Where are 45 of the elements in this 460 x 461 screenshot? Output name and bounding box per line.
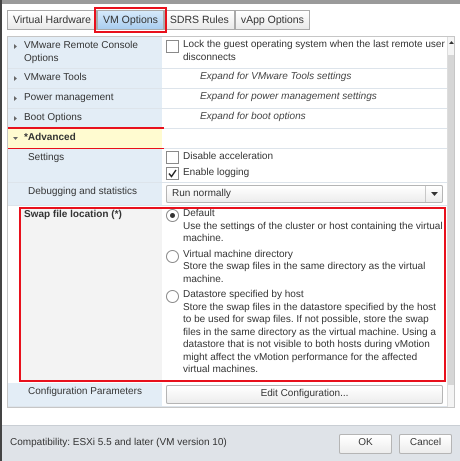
dropdown[interactable]: Run normally bbox=[166, 185, 443, 203]
expanded-caret-icon bbox=[13, 136, 18, 141]
radio-button[interactable] bbox=[166, 290, 179, 303]
collapsed-caret-icon bbox=[13, 44, 18, 49]
radio-label: Virtual machine directory bbox=[183, 248, 294, 261]
tab[interactable]: SDRS Rules bbox=[164, 10, 235, 30]
checkbox[interactable] bbox=[166, 40, 179, 53]
compatibility-text: Compatibility: ESXi 5.5 and later (VM version 10) bbox=[10, 437, 228, 450]
section-label: Boot Options bbox=[24, 112, 82, 124]
setting-label: Settings bbox=[28, 152, 64, 164]
option-description: Store the swap files in the datastore specified by the host to be used for swap files. If not possible, store the swap files in the same directory as the virtual machine. Using a datastore that is not visible to both hosts during vMotion might affect the vMotion performance for the affected virtual machines. bbox=[183, 302, 437, 376]
section-header[interactable]: *Advanced bbox=[8, 129, 162, 148]
setting-label: Swap file location (*) bbox=[24, 209, 122, 220]
section-label: VMware Remote Console Options bbox=[24, 40, 139, 65]
radio-label: Default bbox=[183, 208, 216, 220]
dialog-button[interactable]: Cancel bbox=[399, 434, 452, 454]
dropdown-value: Run normally bbox=[171, 188, 232, 200]
tab[interactable]: Virtual Hardware bbox=[7, 10, 98, 30]
tab[interactable]: vApp Options bbox=[234, 10, 310, 30]
tab[interactable]: VM Options bbox=[97, 10, 164, 30]
checkbox[interactable] bbox=[166, 167, 179, 180]
option-description: Use the settings of the cluster or host containing the virtual machine. bbox=[183, 220, 443, 246]
checkbox-label: Enable logging bbox=[183, 167, 250, 180]
radio-button[interactable] bbox=[166, 250, 179, 262]
checkbox-label: Lock the guest operating system when the last remote user disconnects bbox=[183, 39, 446, 64]
scrollbar[interactable] bbox=[447, 37, 454, 407]
radio-button[interactable] bbox=[166, 209, 179, 222]
dialog-button[interactable]: OK bbox=[339, 434, 392, 454]
hint-text: Expand for boot options bbox=[199, 111, 307, 124]
option-description: Store the swap files in the same directory as the virtual machine. bbox=[183, 261, 426, 286]
edit-configuration-button[interactable]: Edit Configuration... bbox=[166, 384, 443, 404]
checkbox[interactable] bbox=[166, 151, 179, 164]
hint-text: Expand for VMware Tools settings bbox=[199, 71, 352, 84]
section-label: *Advanced bbox=[24, 132, 76, 144]
radio-label: Datastore specified by host bbox=[183, 289, 305, 302]
setting-label: Debugging and statistics bbox=[28, 186, 137, 198]
collapsed-caret-icon bbox=[13, 76, 18, 81]
collapsed-caret-icon bbox=[13, 116, 18, 121]
collapsed-caret-icon bbox=[13, 96, 18, 101]
hint-text: Expand for power management settings bbox=[199, 91, 378, 104]
setting-label: Configuration Parameters bbox=[28, 386, 142, 398]
scroll-up-icon bbox=[448, 40, 454, 44]
dropdown-arrow-icon bbox=[430, 192, 438, 196]
checkmark-icon bbox=[168, 169, 177, 178]
checkbox-label: Disable acceleration bbox=[183, 151, 274, 164]
